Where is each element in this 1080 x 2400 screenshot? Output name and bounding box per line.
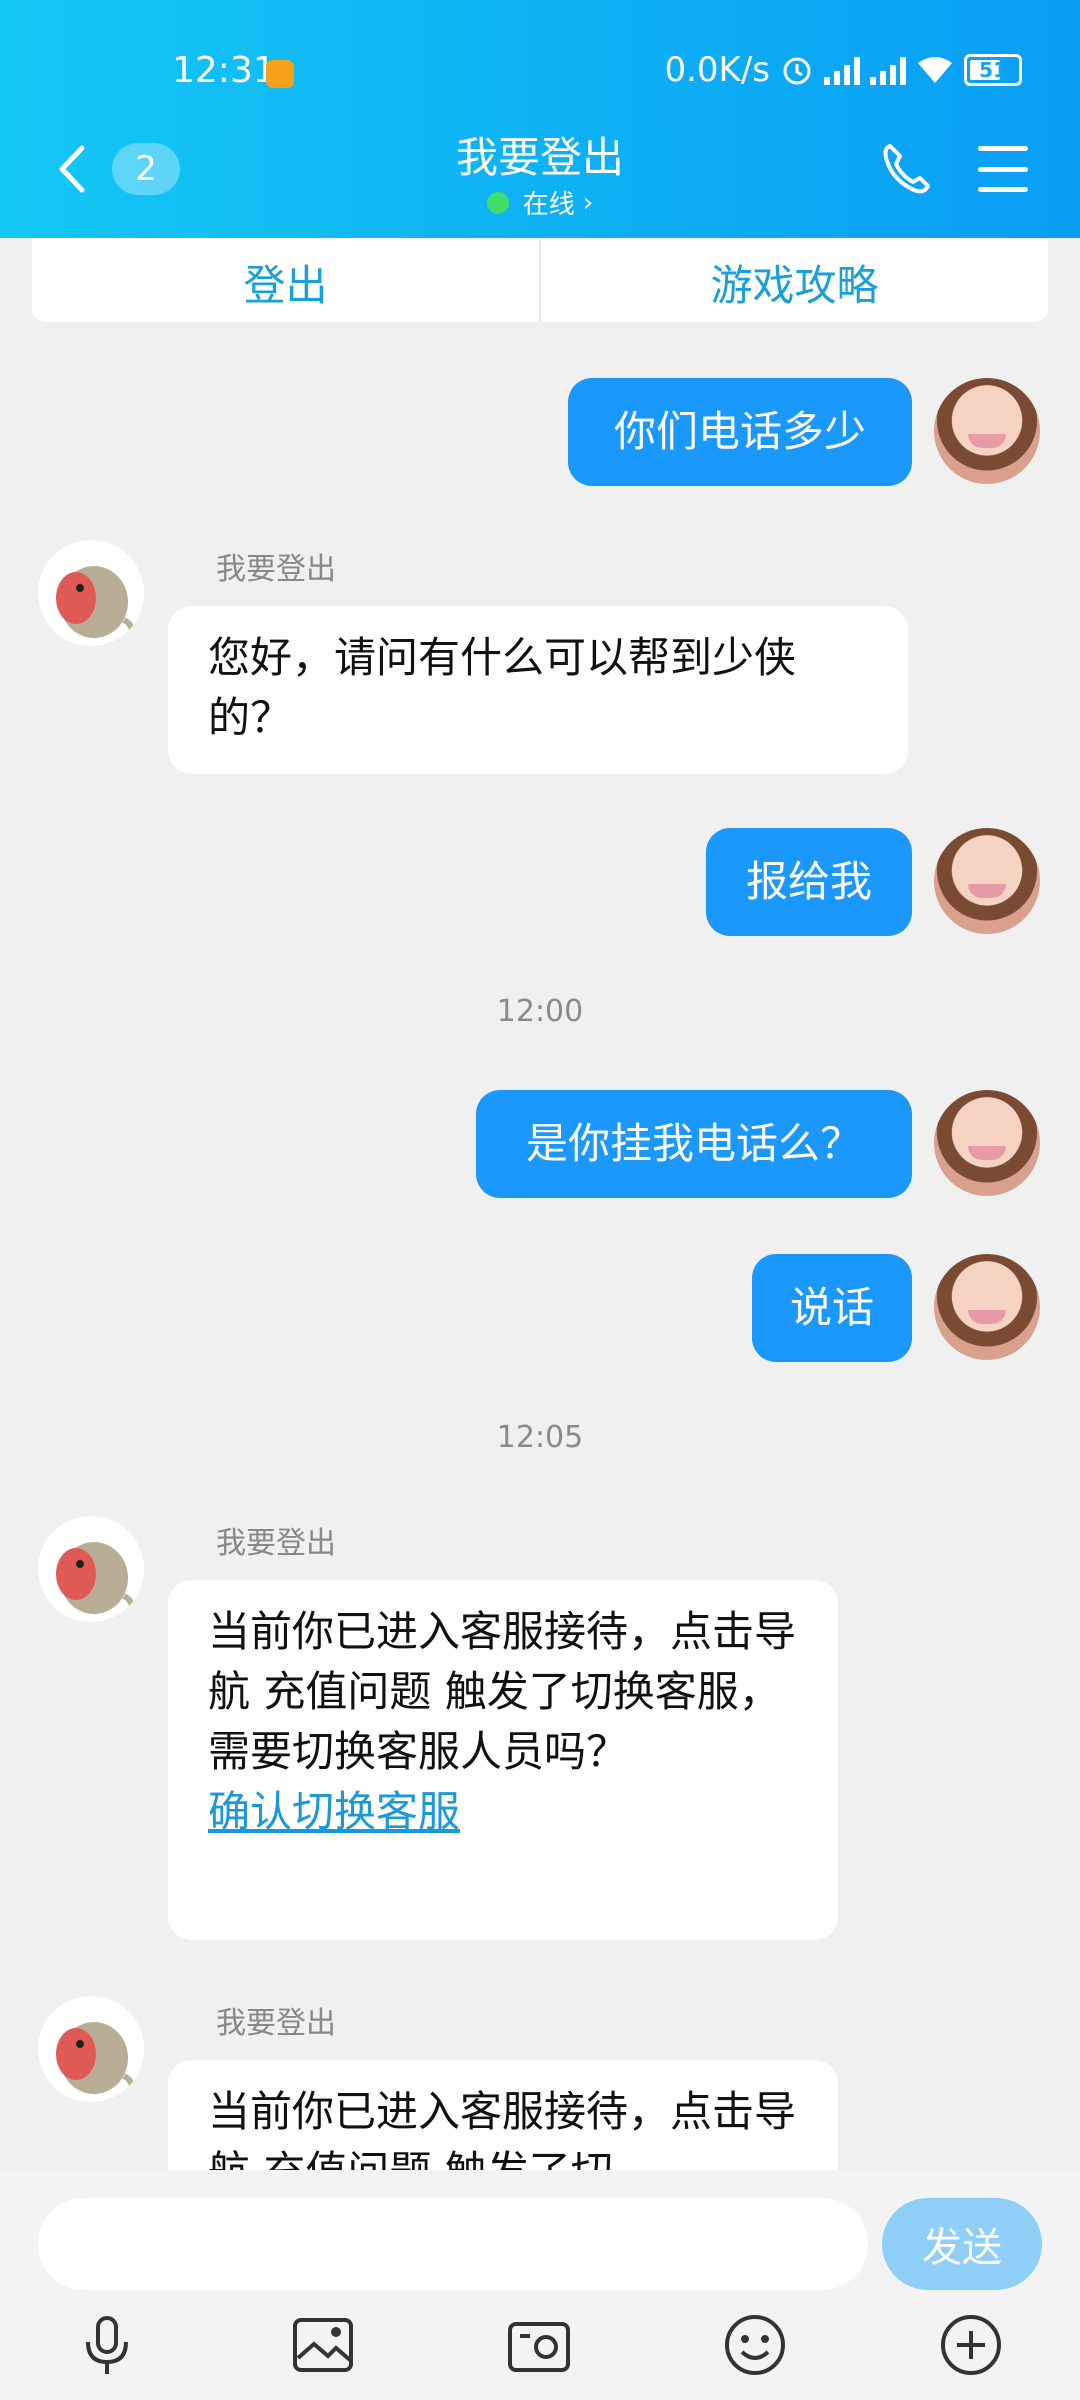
message-bubble-outgoing[interactable]: 说话 xyxy=(752,1254,912,1362)
online-status-label: 在线 xyxy=(522,190,575,220)
battery-icon: 51 xyxy=(964,54,1022,86)
signal-icon-1 xyxy=(824,55,860,85)
message-bubble-incoming[interactable]: 当前你已进入客服接待，点击导航 充值问题 触发了切换客服，需要切换客服人员吗？ … xyxy=(168,1580,838,1940)
message-timestamp: 12:00 xyxy=(496,994,584,1029)
status-icons: 0.0K/s 51 xyxy=(664,50,1022,90)
agent-avatar[interactable] xyxy=(38,540,144,646)
app-notification-icon xyxy=(266,60,294,88)
message-text: 当前你已进入客服接待，点击导航 充值问题 触发了切换客服，需要切换客服人员吗？ xyxy=(208,1607,797,1776)
photo-button[interactable] xyxy=(290,2312,356,2378)
user-avatar[interactable] xyxy=(934,828,1040,934)
menu-line xyxy=(978,146,1028,151)
monkey-icon xyxy=(38,1996,144,2102)
monkey-icon xyxy=(38,540,144,646)
user-avatar[interactable] xyxy=(934,378,1040,484)
input-bar: 发送 xyxy=(0,2170,1080,2290)
plus-icon xyxy=(941,2315,1001,2375)
voice-button[interactable] xyxy=(74,2312,140,2378)
phone-icon xyxy=(883,144,930,194)
confirm-switch-agent-link[interactable]: 确认切换客服 xyxy=(208,1787,460,1836)
signal-icon-2 xyxy=(870,55,906,85)
message-input[interactable] xyxy=(38,2198,868,2290)
chevron-right-icon: › xyxy=(582,187,594,218)
send-button[interactable]: 发送 xyxy=(882,2198,1042,2290)
photo-icon xyxy=(293,2318,353,2372)
message-timestamp: 12:05 xyxy=(496,1420,584,1455)
message-bubble-outgoing[interactable]: 是你挂我电话么？ xyxy=(476,1090,912,1198)
user-avatar[interactable] xyxy=(934,1254,1040,1360)
network-speed: 0.0K/s xyxy=(664,50,770,90)
status-time: 12:31 xyxy=(172,50,276,91)
wifi-icon xyxy=(918,57,952,83)
sender-name: 我要登出 xyxy=(216,1526,336,1561)
emoji-button[interactable] xyxy=(722,2312,788,2378)
menu-line xyxy=(978,166,1028,172)
agent-avatar[interactable] xyxy=(38,1996,144,2102)
message-bubble-incoming[interactable]: 您好，请问有什么可以帮到少侠的？ xyxy=(168,606,908,774)
agent-avatar[interactable] xyxy=(38,1516,144,1622)
alarm-icon xyxy=(783,57,811,85)
call-button[interactable] xyxy=(880,140,934,196)
input-toolbar xyxy=(0,2290,1080,2400)
sender-name: 我要登出 xyxy=(216,552,336,587)
monkey-icon xyxy=(38,1516,144,1622)
menu-button[interactable] xyxy=(978,146,1028,192)
menu-line xyxy=(978,187,1028,192)
emoji-icon xyxy=(725,2315,785,2375)
more-button[interactable] xyxy=(938,2312,1004,2378)
chat-header: 12:31 0.0K/s 51 2 我要登出 在线 › xyxy=(0,0,1080,238)
microphone-icon xyxy=(86,2316,128,2374)
message-bubble-outgoing[interactable]: 报给我 xyxy=(706,828,912,936)
sender-name: 我要登出 xyxy=(216,2006,336,2041)
message-bubble-outgoing[interactable]: 你们电话多少 xyxy=(568,378,912,486)
camera-icon xyxy=(508,2322,570,2372)
online-dot-icon xyxy=(486,191,509,214)
user-avatar[interactable] xyxy=(934,1090,1040,1196)
camera-button[interactable] xyxy=(506,2312,572,2378)
